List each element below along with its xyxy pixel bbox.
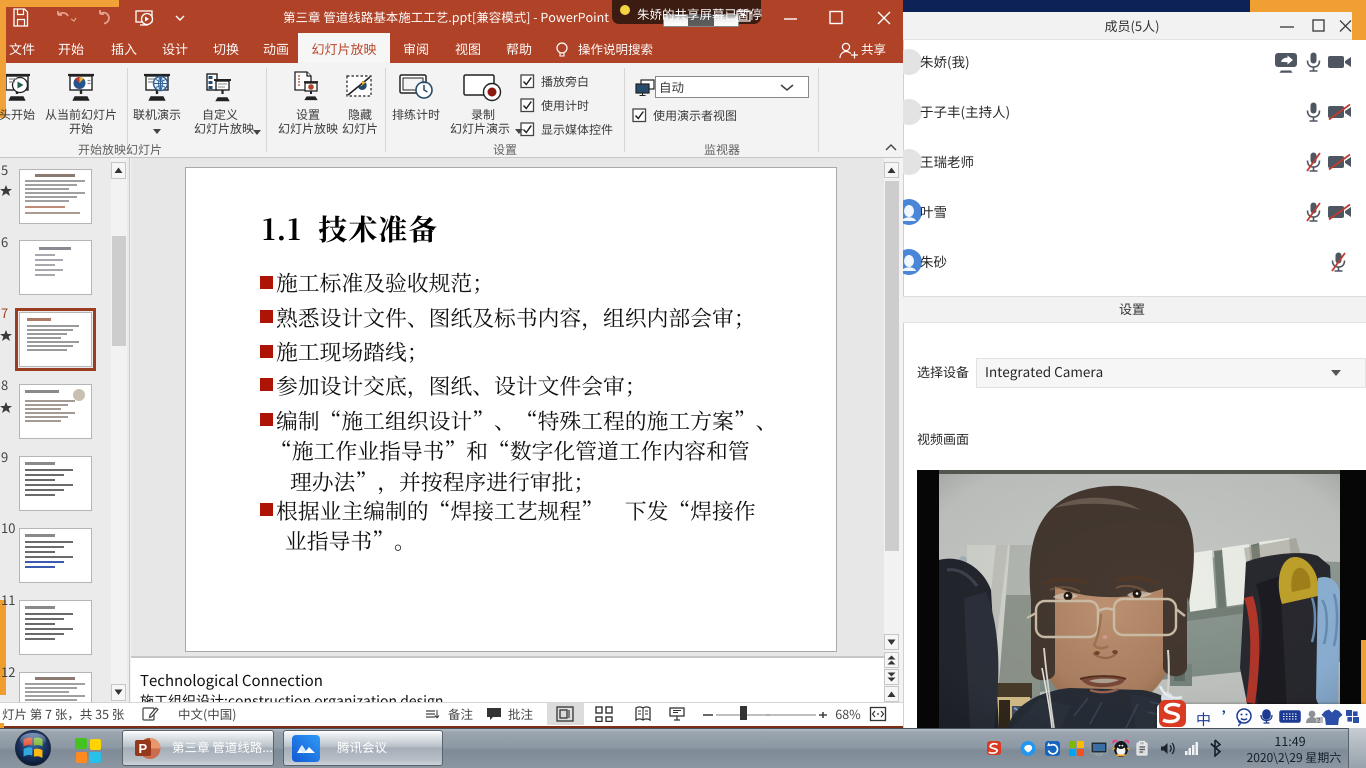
svg-text:P: P bbox=[139, 741, 148, 756]
